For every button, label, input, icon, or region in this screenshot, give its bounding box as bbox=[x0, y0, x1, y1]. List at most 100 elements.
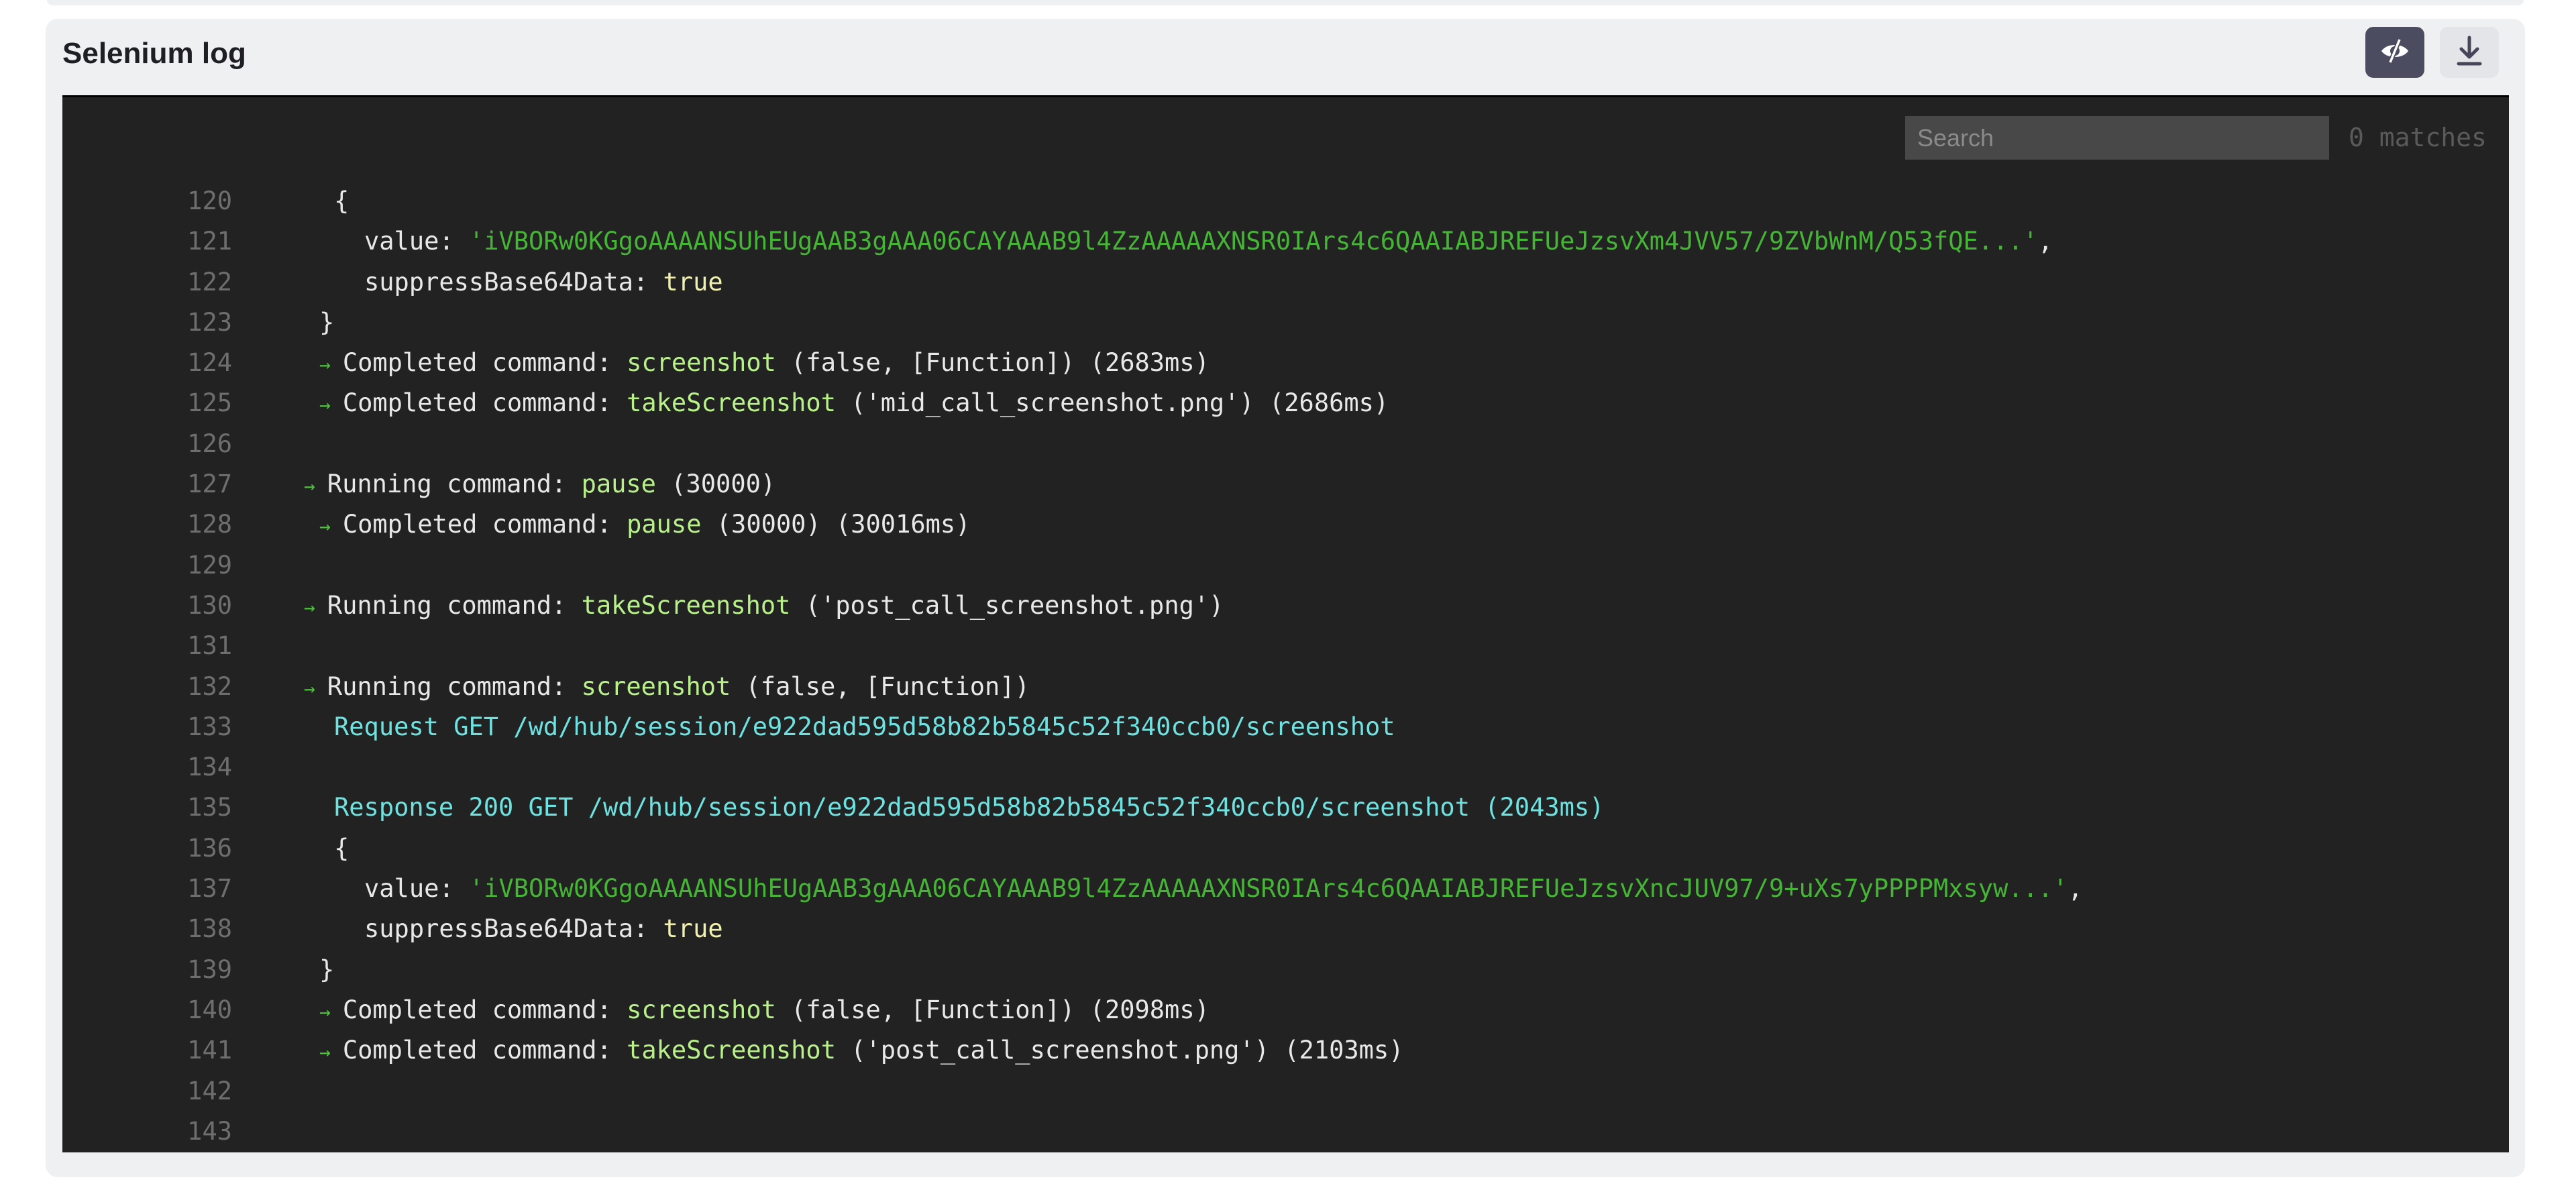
log-text: Completed command: bbox=[342, 510, 627, 539]
log-text: } bbox=[319, 307, 335, 337]
log-text: (false, [Function]) bbox=[731, 671, 1030, 701]
network-text: Response 200 GET /wd/hub/session/e922dad… bbox=[334, 793, 1605, 822]
line-number: 128 bbox=[187, 510, 232, 539]
log-line: 139} bbox=[62, 950, 2509, 990]
eye-off-icon bbox=[2379, 38, 2411, 68]
line-content: → Completed command: takeScreenshot ('mid… bbox=[319, 383, 1389, 425]
arrow-right-icon: → bbox=[304, 475, 315, 498]
download-button[interactable] bbox=[2440, 27, 2499, 78]
line-content: } bbox=[319, 950, 334, 990]
log-line: 121 value: 'iVBORw0KGgoAAAANSUhEUgAAB3gAA… bbox=[62, 221, 2509, 262]
command-name: takeScreenshot bbox=[581, 590, 791, 620]
line-content: → Completed command: screenshot (false, [… bbox=[319, 343, 1210, 385]
line-number: 133 bbox=[187, 712, 232, 741]
line-number: 124 bbox=[187, 348, 232, 378]
line-content: { bbox=[334, 181, 349, 221]
log-line: 133 Request GET /wd/hub/session/e922dad59… bbox=[62, 707, 2509, 747]
line-content: → Running command: screenshot (false, [Fu… bbox=[304, 667, 1030, 709]
arrow-right-icon: → bbox=[304, 596, 315, 618]
log-text: Completed command: bbox=[342, 995, 627, 1024]
line-number: 127 bbox=[187, 470, 232, 499]
string-value: 'iVBORw0KGgoAAAANSUhEUgAAB3gAAA06CAYAAAB… bbox=[468, 874, 2068, 904]
log-text: suppressBase64Data: bbox=[364, 267, 663, 296]
log-line: 143 bbox=[62, 1111, 2509, 1152]
log-line: 132 → Running command: screenshot (false, … bbox=[62, 667, 2509, 707]
line-content: Response 200 GET /wd/hub/session/e922dad… bbox=[334, 787, 1604, 828]
log-text: (false, [Function]) (2683ms) bbox=[775, 348, 1210, 378]
line-content: suppressBase64Data: true bbox=[364, 909, 723, 949]
line-number: 136 bbox=[187, 833, 232, 863]
arrow-right-icon: → bbox=[319, 354, 331, 376]
command-name: takeScreenshot bbox=[627, 388, 836, 418]
line-content: value: 'iVBORw0KGgoAAAANSUhEUgAAB3gAAA06… bbox=[364, 221, 2053, 262]
log-text: Completed command: bbox=[342, 1036, 627, 1065]
match-count: 0 matches bbox=[2349, 123, 2487, 152]
command-name: screenshot bbox=[627, 348, 776, 378]
log-line: 124 → Completed command: screenshot (false… bbox=[62, 343, 2509, 383]
log-line: 142 bbox=[62, 1071, 2509, 1111]
line-number: 130 bbox=[187, 590, 232, 620]
line-content: → Completed command: pause (30000) (30016… bbox=[319, 504, 970, 547]
log-line: 123} bbox=[62, 303, 2509, 343]
line-number: 141 bbox=[187, 1036, 232, 1065]
arrow-right-icon: → bbox=[319, 1041, 331, 1064]
log-text: ('mid_call_screenshot.png') (2686ms) bbox=[835, 388, 1389, 418]
command-name: screenshot bbox=[581, 671, 731, 701]
line-number: 125 bbox=[187, 388, 232, 418]
log-text: Running command: bbox=[327, 470, 582, 499]
log-viewer[interactable]: 0 matches 120 {121 value: 'iVBORw0KGgoAAAA… bbox=[62, 95, 2509, 1152]
log-text: (30000) (30016ms) bbox=[701, 510, 971, 539]
log-text: value: bbox=[364, 874, 469, 904]
toggle-visibility-button[interactable] bbox=[2365, 27, 2424, 78]
line-number: 142 bbox=[187, 1076, 232, 1105]
line-content: { bbox=[334, 828, 349, 869]
log-text: { bbox=[334, 186, 350, 215]
line-content: → Completed command: takeScreenshot ('pos… bbox=[319, 1030, 1403, 1073]
log-text: Running command: bbox=[327, 590, 582, 620]
log-line: 134 bbox=[62, 747, 2509, 787]
arrow-right-icon: → bbox=[319, 515, 331, 538]
log-line: 127 → Running command: pause (30000) bbox=[62, 464, 2509, 504]
log-text: suppressBase64Data: bbox=[364, 914, 663, 944]
arrow-right-icon: → bbox=[319, 1000, 331, 1023]
log-line: 126 bbox=[62, 424, 2509, 464]
selenium-log-panel: Selenium log 0 matches 120 {121 value: 'iV… bbox=[46, 19, 2525, 1177]
download-icon bbox=[2455, 35, 2484, 70]
log-text: ('post_call_screenshot.png') bbox=[790, 590, 1224, 620]
log-line: 136 { bbox=[62, 828, 2509, 869]
log-text: Running command: bbox=[327, 671, 582, 701]
line-number: 134 bbox=[187, 753, 232, 782]
line-number: 120 bbox=[187, 186, 232, 215]
log-lines: 120 {121 value: 'iVBORw0KGgoAAAANSUhEUgAAB… bbox=[62, 181, 2509, 1152]
string-value: 'iVBORw0KGgoAAAANSUhEUgAAB3gAAA06CAYAAAB… bbox=[468, 227, 2038, 256]
line-number: 132 bbox=[187, 671, 232, 701]
arrow-right-icon: → bbox=[304, 677, 315, 700]
log-line: 130 → Running command: takeScreenshot ('po… bbox=[62, 586, 2509, 626]
line-content: → Running command: takeScreenshot ('post_… bbox=[304, 586, 1224, 628]
line-number: 140 bbox=[187, 995, 232, 1024]
log-line: 125 → Completed command: takeScreenshot ('… bbox=[62, 383, 2509, 423]
line-content: → Running command: pause (30000) bbox=[304, 464, 775, 506]
line-number: 123 bbox=[187, 307, 232, 337]
log-line: 140 → Completed command: screenshot (false… bbox=[62, 990, 2509, 1030]
line-number: 121 bbox=[187, 227, 232, 256]
boolean-value: true bbox=[663, 267, 723, 296]
command-name: pause bbox=[627, 510, 702, 539]
line-number: 135 bbox=[187, 793, 232, 822]
log-text: } bbox=[319, 955, 335, 984]
line-number: 137 bbox=[187, 874, 232, 904]
log-text: (false, [Function]) (2098ms) bbox=[775, 995, 1210, 1024]
line-number: 139 bbox=[187, 955, 232, 984]
search-input[interactable] bbox=[1905, 116, 2329, 160]
log-line: 128 → Completed command: pause (30000) (30… bbox=[62, 504, 2509, 545]
log-line: 135 Response 200 GET /wd/hub/session/e922… bbox=[62, 787, 2509, 828]
command-name: pause bbox=[581, 470, 656, 499]
previous-panel-edge bbox=[47, 0, 2524, 5]
log-line: 129 bbox=[62, 545, 2509, 586]
log-text: { bbox=[334, 833, 350, 863]
arrow-right-icon: → bbox=[319, 394, 331, 417]
log-text: value: bbox=[364, 227, 469, 256]
line-content: value: 'iVBORw0KGgoAAAANSUhEUgAAB3gAAA06… bbox=[364, 869, 2083, 909]
log-line: 131 bbox=[62, 626, 2509, 666]
log-line: 120 { bbox=[62, 181, 2509, 221]
